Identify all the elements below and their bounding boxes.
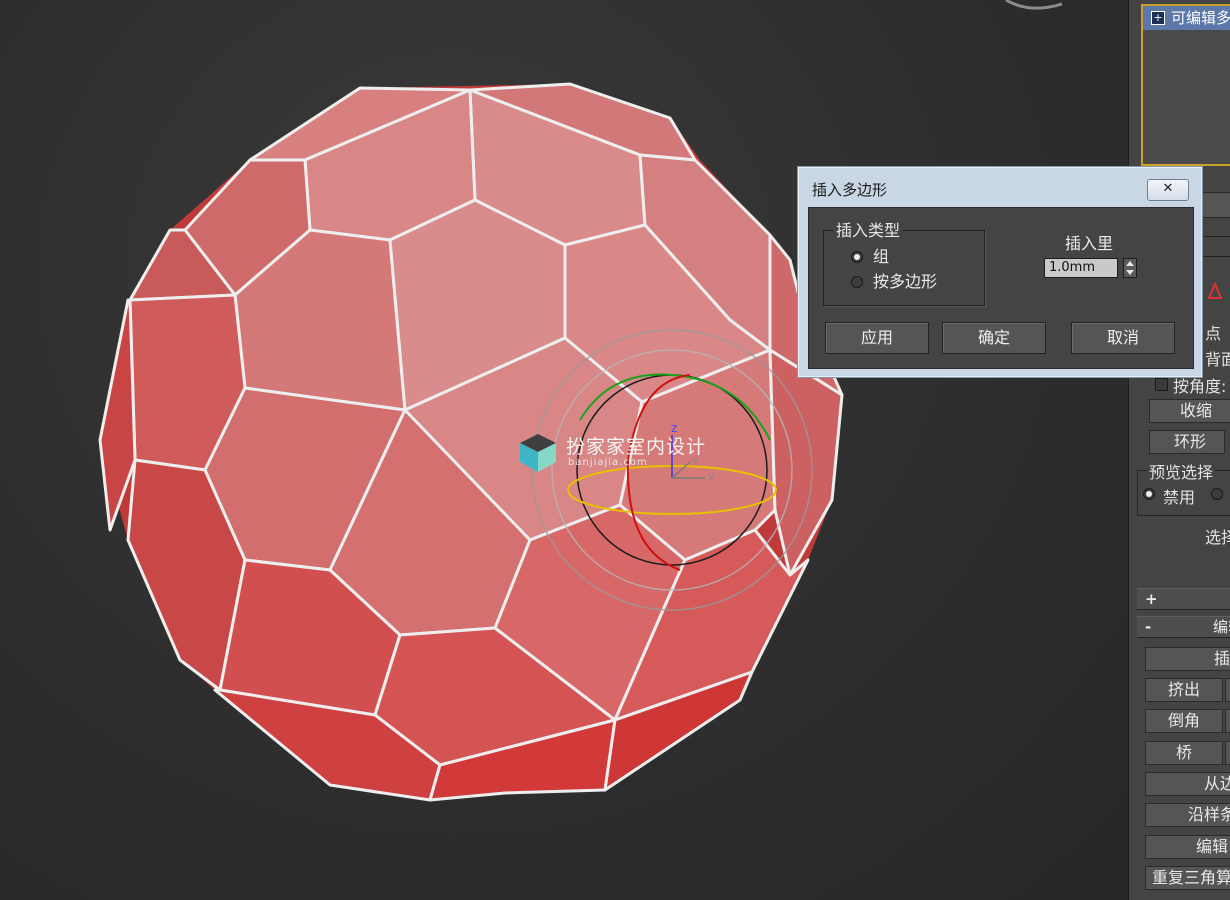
inset-type-group — [823, 230, 985, 306]
subobject-radio[interactable] — [1211, 488, 1223, 500]
rollout-edit-polygons-sign: - — [1145, 618, 1152, 636]
retriangulate-label: 重复三角算 — [1152, 868, 1230, 887]
modifier-stack[interactable]: + 可编辑多边 — [1141, 4, 1230, 166]
by-vertex-label: 点 — [1205, 324, 1222, 343]
shrink-label: 收缩 — [1180, 401, 1213, 420]
rollout-edit-polygons[interactable]: - 编辑 — [1137, 616, 1230, 638]
option-group-label: 组 — [873, 247, 890, 266]
edit-triangulation-button[interactable]: 编辑 — [1145, 835, 1230, 859]
inset-type-label: 插入类型 — [833, 222, 904, 240]
disable-label: 禁用 — [1163, 488, 1196, 507]
extrude-button[interactable]: 挤出 — [1145, 678, 1223, 702]
by-angle-checkbox[interactable] — [1155, 378, 1168, 391]
preview-selection-label: 预览选择 — [1147, 459, 1216, 483]
stack-tool-button[interactable] — [1201, 192, 1230, 218]
stack-divider — [1199, 236, 1230, 237]
dialog-body: 插入类型 组 按多边形 插入里 1.0mm 应用 确定 取消 — [808, 207, 1194, 369]
dialog-title: 插入多边形 — [812, 181, 888, 199]
dialog-close-button[interactable]: ✕ — [1147, 179, 1189, 201]
modifier-stack-item[interactable]: + 可编辑多边 — [1143, 6, 1230, 30]
insert-vertex-button[interactable]: 插 — [1145, 647, 1230, 671]
extrude-along-spline-label: 沿样条 — [1188, 805, 1230, 824]
expand-icon[interactable]: + — [1151, 11, 1165, 25]
bridge-button[interactable]: 桥 — [1145, 741, 1223, 765]
option-polygon-radio[interactable] — [851, 276, 863, 288]
watermark-brand: 扮家家室内设计 — [566, 436, 707, 458]
bridge-settings-button[interactable] — [1225, 741, 1230, 765]
rollout-edit-polygons-label: 编辑 — [1213, 618, 1230, 636]
inset-amount-spinner[interactable] — [1123, 258, 1137, 278]
select-arrow-icon[interactable] — [1207, 282, 1223, 300]
inset-polygon-dialog[interactable]: 插入多边形 ✕ 插入类型 组 按多边形 插入里 1.0mm 应用 确定 取消 — [797, 166, 1203, 378]
modifier-stack-label: 可编辑多边 — [1171, 9, 1230, 27]
cancel-button[interactable]: 取消 — [1071, 322, 1175, 354]
option-group-radio[interactable] — [851, 251, 863, 263]
spinner-down-icon[interactable] — [1126, 270, 1134, 275]
bevel-settings-button[interactable] — [1225, 709, 1230, 733]
stack-divider-2 — [1199, 256, 1230, 257]
viewport-perspective[interactable]: z y x 扮家家室内设计 banjiajia.com — [0, 0, 1128, 900]
extrude-settings-button[interactable] — [1225, 678, 1230, 702]
watermark-site: banjiajia.com — [568, 457, 648, 468]
shrink-button[interactable]: 收缩 — [1149, 399, 1230, 423]
apply-button[interactable]: 应用 — [825, 322, 929, 354]
edit-triangulation-label: 编辑 — [1196, 837, 1229, 856]
bridge-label: 桥 — [1176, 743, 1193, 762]
extrude-label: 挤出 — [1168, 680, 1201, 699]
ring-button[interactable]: 环形 — [1149, 430, 1225, 454]
inset-amount-label: 插入里 — [1065, 234, 1114, 253]
ignore-backface-label: 背面 — [1205, 350, 1230, 369]
watermark: 扮家家室内设计 banjiajia.com — [518, 432, 706, 474]
option-polygon-label: 按多边形 — [873, 272, 938, 291]
ok-button[interactable]: 确定 — [942, 322, 1046, 354]
rollout-soft-selection-sign: + — [1145, 590, 1158, 608]
bevel-button[interactable]: 倒角 — [1145, 709, 1223, 733]
hinge-from-edge-button[interactable]: 从边 — [1145, 772, 1230, 796]
hinge-from-edge-label: 从边 — [1204, 774, 1230, 793]
rollout-soft-selection[interactable]: + 软 — [1137, 588, 1230, 610]
close-icon: ✕ — [1162, 181, 1174, 196]
spinner-up-icon[interactable] — [1126, 261, 1134, 266]
watermark-cube-icon — [520, 434, 556, 472]
viewcube-edge[interactable] — [1005, 0, 1063, 10]
ring-label: 环形 — [1174, 432, 1207, 451]
command-panel: + 可编辑多边 点 背面 按角度: 收缩 环形 预览选择 禁用 选择 + 软 -… — [1128, 0, 1230, 900]
selection-info-label: 选择 — [1205, 528, 1230, 547]
insert-vertex-label: 插 — [1214, 649, 1230, 668]
mesh-faces — [98, 82, 844, 802]
inset-amount-input[interactable]: 1.0mm — [1044, 258, 1118, 278]
bevel-label: 倒角 — [1168, 711, 1201, 730]
disable-radio[interactable] — [1143, 488, 1155, 500]
retriangulate-button[interactable]: 重复三角算 — [1145, 866, 1230, 890]
extrude-along-spline-button[interactable]: 沿样条 — [1145, 803, 1230, 827]
gizmo-axis-x: x — [708, 470, 715, 483]
